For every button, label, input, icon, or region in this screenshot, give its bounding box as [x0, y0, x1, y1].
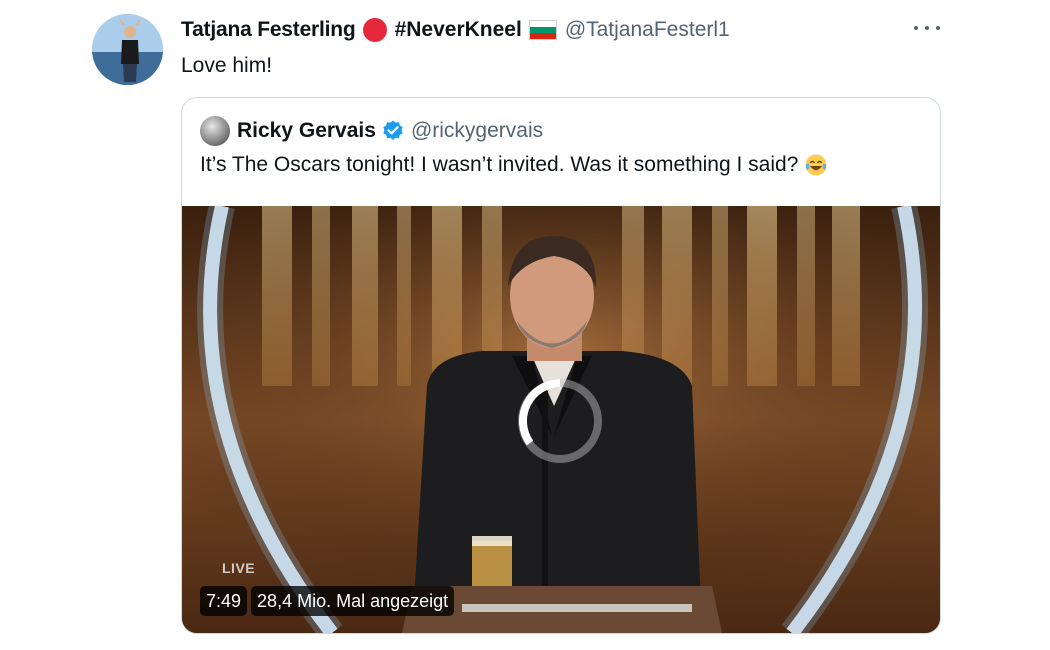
live-broadcast-label: LIVE [222, 560, 256, 576]
tears-of-joy-emoji-icon [805, 154, 827, 176]
tweet-header: Tatjana Festerling #NeverKneel @TatjanaF… [181, 16, 730, 44]
bulgaria-flag-icon [528, 20, 557, 40]
verified-badge-icon [383, 120, 403, 140]
quoted-author-handle[interactable]: @rickygervais [411, 119, 543, 143]
quoted-tweet-card[interactable]: Ricky Gervais @rickygervais It’s The Osc… [181, 97, 941, 634]
more-options-icon[interactable] [914, 22, 940, 34]
author-avatar[interactable] [92, 14, 163, 85]
author-handle[interactable]: @TatjanaFesterl1 [565, 18, 730, 42]
author-name-hashtag[interactable]: #NeverKneel [395, 18, 522, 42]
quoted-tweet-text: It’s The Oscars tonight! I wasn’t invite… [200, 153, 799, 176]
quoted-author-avatar[interactable] [200, 116, 230, 146]
video-duration: 7:49 [200, 586, 248, 616]
avatar-image [92, 14, 163, 85]
author-name[interactable]: Tatjana Festerling [181, 18, 356, 42]
tweet-text: Love him! [181, 54, 273, 77]
quoted-tweet-header: Ricky Gervais @rickygervais [200, 116, 543, 146]
quoted-author-name[interactable]: Ricky Gervais [237, 119, 376, 143]
loading-spinner-icon [518, 379, 602, 463]
red-circle-icon [362, 18, 387, 42]
video-player[interactable]: LIVE 7:49 28,4 Mio. Mal angezeigt [182, 206, 940, 633]
quoted-tweet-text-row: It’s The Oscars tonight! I wasn’t invite… [200, 153, 828, 177]
video-view-count: 28,4 Mio. Mal angezeigt [251, 586, 455, 616]
video-info-badges: 7:49 28,4 Mio. Mal angezeigt [200, 586, 455, 616]
